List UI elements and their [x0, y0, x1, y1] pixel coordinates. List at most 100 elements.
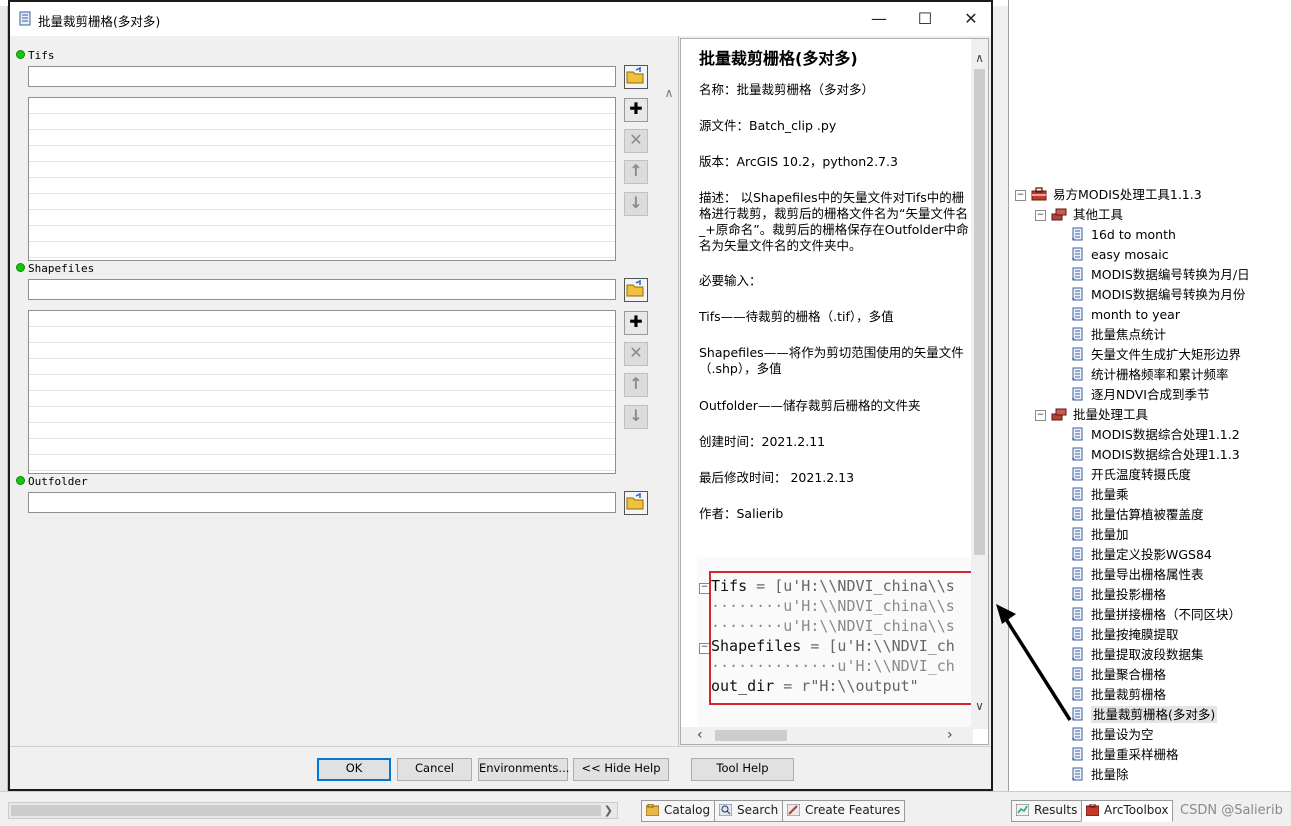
- tree-tool-item[interactable]: 批量裁剪栅格(多对多): [1071, 706, 1218, 724]
- chevron-up-icon[interactable]: ∧: [660, 86, 678, 100]
- shapefiles-move-up-button[interactable]: ↑: [624, 373, 648, 397]
- tree-item-label: 批量聚合栅格: [1091, 667, 1167, 682]
- tool-help-button[interactable]: Tool Help: [691, 758, 794, 781]
- parameters-pane: Tifs ✚ ✕ ↑ ↓ Shapefiles ✚ ✕ ↑ ↓ Outfolde…: [12, 38, 678, 776]
- results-icon: [1016, 804, 1029, 816]
- parameters-scrollbar[interactable]: ∧ ∨: [660, 86, 678, 776]
- tree-tool-item[interactable]: MODIS数据综合处理1.1.2: [1071, 426, 1240, 444]
- title-bar[interactable]: 批量裁剪栅格(多对多) — ☐ ✕: [10, 2, 991, 36]
- maximize-button[interactable]: ☐: [902, 2, 948, 36]
- ok-button[interactable]: OK: [317, 758, 391, 781]
- tree-tool-item[interactable]: 批量除: [1071, 766, 1129, 784]
- hide-help-button[interactable]: << Hide Help: [573, 758, 669, 781]
- close-button[interactable]: ✕: [948, 2, 994, 36]
- tree-tool-item[interactable]: 批量焦点统计: [1071, 326, 1166, 344]
- tifs-add-button[interactable]: ✚: [624, 98, 648, 122]
- shapefiles-browse-button[interactable]: [624, 278, 648, 302]
- tree-tool-item[interactable]: 批量投影栅格: [1071, 586, 1166, 604]
- tree-tool-item[interactable]: 逐月NDVI合成到季节: [1071, 386, 1210, 404]
- shapefiles-list[interactable]: [28, 310, 616, 474]
- chevron-left-icon[interactable]: ‹: [697, 727, 703, 743]
- tab-create-features[interactable]: Create Features: [782, 800, 906, 822]
- scroll-thumb[interactable]: [11, 805, 601, 816]
- tree-tool-item[interactable]: 批量估算植被覆盖度: [1071, 506, 1204, 524]
- chevron-right-icon[interactable]: ❯: [604, 803, 613, 818]
- dialog-title: 批量裁剪栅格(多对多): [38, 14, 161, 29]
- chevron-down-icon[interactable]: ∨: [971, 699, 988, 713]
- tree-tool-item[interactable]: 矢量文件生成扩大矩形边界: [1071, 346, 1241, 364]
- outfolder-input[interactable]: [28, 492, 616, 513]
- tifs-browse-button[interactable]: [624, 65, 648, 89]
- pane-divider[interactable]: [678, 36, 679, 746]
- tree-tool-item[interactable]: 批量定义投影WGS84: [1071, 546, 1212, 564]
- tree-tool-item[interactable]: 统计栅格频率和累计频率: [1071, 366, 1229, 384]
- tab-results-label: Results: [1034, 803, 1078, 817]
- collapse-icon[interactable]: −: [1035, 410, 1046, 421]
- scroll-thumb[interactable]: [974, 69, 985, 555]
- tree-item-root[interactable]: 易方MODIS处理工具1.1.3: [1031, 186, 1202, 204]
- outfolder-browse-button[interactable]: [624, 491, 648, 515]
- tree-tool-item[interactable]: 16d to month: [1071, 226, 1176, 244]
- help-title: 批量裁剪栅格(多对多): [699, 49, 858, 68]
- tree-tool-item[interactable]: 批量裁剪栅格: [1071, 686, 1166, 704]
- tree-item-label: 批量设为空: [1091, 727, 1154, 742]
- arrow-down-icon: ↓: [629, 193, 643, 212]
- minimize-button[interactable]: —: [856, 2, 902, 36]
- script-tool-icon: [1071, 747, 1091, 762]
- tab-results[interactable]: Results: [1011, 800, 1083, 822]
- tifs-move-up-button[interactable]: ↑: [624, 160, 648, 184]
- script-tool-icon: [1071, 427, 1091, 442]
- script-tool-icon: [1071, 547, 1091, 562]
- script-tool-icon: [1071, 307, 1091, 322]
- tree-group-0[interactable]: 其他工具: [1051, 206, 1123, 224]
- main-horizontal-scrollbar[interactable]: ❯: [8, 802, 618, 819]
- environments-button[interactable]: Environments...: [478, 758, 569, 781]
- scroll-thumb[interactable]: [715, 730, 787, 741]
- tree-tool-item[interactable]: 批量加: [1071, 526, 1129, 544]
- tree-tool-item[interactable]: MODIS数据编号转换为月份: [1071, 286, 1245, 304]
- collapse-icon[interactable]: −: [1035, 210, 1046, 221]
- tree-tool-item[interactable]: easy mosaic: [1071, 246, 1169, 264]
- tab-arctoolbox[interactable]: ArcToolbox: [1081, 800, 1174, 822]
- tree-tool-item[interactable]: month to year: [1071, 306, 1180, 324]
- tifs-input[interactable]: [28, 66, 616, 87]
- script-tool-icon: [1071, 767, 1091, 782]
- collapse-icon[interactable]: −: [1015, 190, 1026, 201]
- open-folder-icon: [626, 66, 644, 84]
- tab-search[interactable]: Search: [714, 800, 784, 822]
- tree-tool-item[interactable]: 批量按掩膜提取: [1071, 626, 1179, 644]
- tifs-remove-button[interactable]: ✕: [624, 129, 648, 153]
- help-horizontal-scrollbar[interactable]: ‹ ›: [681, 727, 973, 744]
- tree-tool-item[interactable]: 开氏温度转摄氏度: [1071, 466, 1191, 484]
- chevron-right-icon[interactable]: ›: [947, 727, 953, 743]
- tree-tool-item[interactable]: 批量重采样栅格: [1071, 746, 1179, 764]
- param-label-tifs: Tifs: [16, 49, 55, 62]
- tab-catalog[interactable]: Catalog: [641, 800, 716, 822]
- tifs-move-down-button[interactable]: ↓: [624, 192, 648, 216]
- tree-tool-item[interactable]: 批量拼接栅格（不同区块）: [1071, 606, 1241, 624]
- tree-tool-item[interactable]: 批量聚合栅格: [1071, 666, 1166, 684]
- tree-tool-item[interactable]: 批量导出栅格属性表: [1071, 566, 1204, 584]
- shapefiles-remove-button[interactable]: ✕: [624, 342, 648, 366]
- shapefiles-move-down-button[interactable]: ↓: [624, 405, 648, 429]
- help-vertical-scrollbar[interactable]: ∧ ∨: [971, 39, 988, 729]
- tree-tool-item[interactable]: 批量乘: [1071, 486, 1129, 504]
- tree-tool-item[interactable]: MODIS数据编号转换为月/日: [1071, 266, 1250, 284]
- script-tool-icon: [1071, 247, 1091, 262]
- tree-item-label: 批量焦点统计: [1091, 327, 1167, 342]
- tree-item-label: MODIS数据综合处理1.1.2: [1091, 427, 1240, 442]
- cancel-button[interactable]: Cancel: [397, 758, 472, 781]
- tifs-list[interactable]: [28, 97, 616, 261]
- script-tool-icon: [1071, 507, 1091, 522]
- help-version: 版本：ArcGIS 10.2，python2.7.3: [699, 154, 898, 169]
- tree-tool-item[interactable]: 批量设为空: [1071, 726, 1154, 744]
- shapefiles-input[interactable]: [28, 279, 616, 300]
- tree-group-1[interactable]: 批量处理工具: [1051, 406, 1148, 424]
- tree-tool-item[interactable]: MODIS数据综合处理1.1.3: [1071, 446, 1240, 464]
- script-tool-icon: [1071, 567, 1091, 582]
- tree-item-label: 批量重采样栅格: [1091, 747, 1179, 762]
- chevron-up-icon[interactable]: ∧: [971, 51, 988, 65]
- tree-tool-item[interactable]: 批量提取波段数据集: [1071, 646, 1204, 664]
- open-folder-icon: [626, 492, 644, 510]
- shapefiles-add-button[interactable]: ✚: [624, 311, 648, 335]
